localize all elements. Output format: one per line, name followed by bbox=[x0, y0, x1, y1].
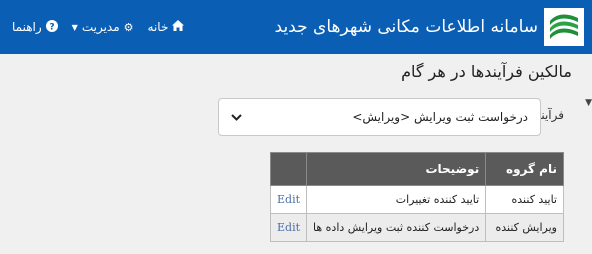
chevron-down-icon bbox=[231, 111, 242, 124]
process-select-value: درخواست ثبت ویرایش <ویرایش> bbox=[352, 110, 528, 124]
table-header-row: نام گروه توضیحات bbox=[269, 152, 564, 186]
table-row: تایید کننده تایید کننده تغییرات Edit bbox=[269, 185, 564, 214]
nav-management[interactable]: ⚙ مدیریت ▼ bbox=[72, 20, 134, 34]
nav-home-label: خانه bbox=[147, 20, 169, 34]
nav-links: خانه ⚙ مدیریت ▼ ? راهنما bbox=[12, 0, 185, 54]
gear-icon: ⚙ bbox=[123, 20, 134, 34]
cell-group: تایید کننده bbox=[485, 185, 564, 214]
column-header-description[interactable]: توضیحات bbox=[306, 152, 487, 186]
cell-description: درخواست کننده ثبت ویرایش داده ها bbox=[306, 213, 487, 242]
page-title: مالکین فرآیندها در هر گام bbox=[401, 62, 572, 81]
logo-icon bbox=[544, 8, 584, 46]
nav-help[interactable]: ? راهنما bbox=[12, 19, 58, 35]
side-caret-icon: ▼ bbox=[585, 98, 592, 108]
brand-title: سامانه اطلاعات مکانی شهرهای جدید bbox=[274, 17, 538, 37]
table-row: ویرایش کننده درخواست کننده ثبت ویرایش دا… bbox=[269, 213, 564, 242]
column-header-group[interactable]: نام گروه bbox=[485, 152, 564, 186]
help-icon: ? bbox=[45, 19, 58, 35]
process-select[interactable]: درخواست ثبت ویرایش <ویرایش> bbox=[218, 98, 541, 136]
chevron-down-icon: ▼ bbox=[71, 22, 78, 32]
edit-link[interactable]: Edit bbox=[269, 213, 308, 242]
nav-management-label: مدیریت bbox=[81, 20, 120, 34]
edit-link[interactable]: Edit bbox=[269, 185, 308, 214]
brand[interactable]: سامانه اطلاعات مکانی شهرهای جدید bbox=[275, 0, 592, 54]
navbar: سامانه اطلاعات مکانی شهرهای جدید خانه ⚙ … bbox=[0, 0, 592, 54]
column-header-edit bbox=[269, 152, 308, 186]
nav-help-label: راهنما bbox=[12, 20, 42, 34]
home-icon bbox=[172, 20, 185, 34]
owners-table: نام گروه توضیحات تایید کننده تایید کننده… bbox=[269, 152, 564, 242]
svg-text:?: ? bbox=[49, 22, 54, 32]
cell-group: ویرایش کننده bbox=[485, 213, 564, 242]
nav-home[interactable]: خانه bbox=[148, 20, 185, 34]
cell-description: تایید کننده تغییرات bbox=[306, 185, 487, 214]
